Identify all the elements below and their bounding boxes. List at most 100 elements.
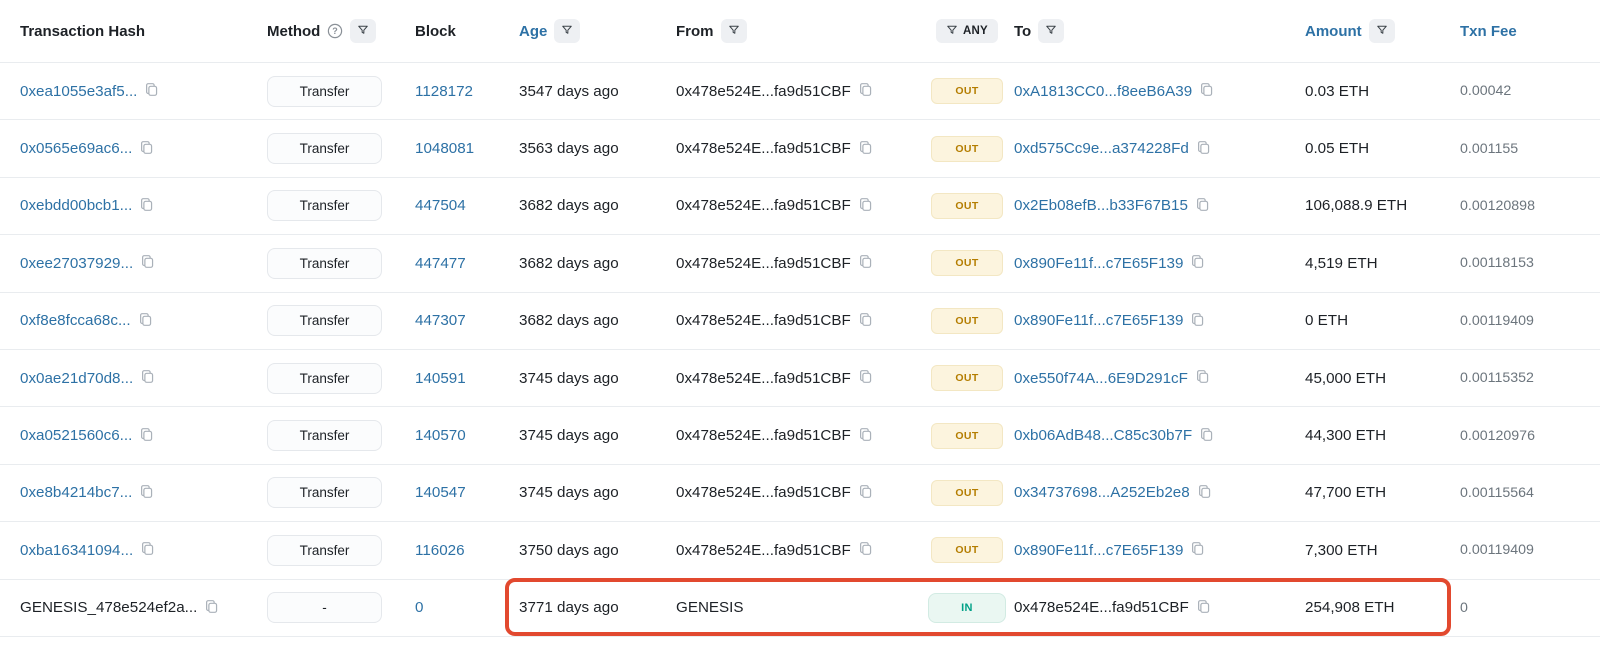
to-address[interactable]: 0x34737698...A252Eb2e8 [1014,484,1190,501]
tx-hash[interactable]: 0xe8b4214bc7... [20,484,132,501]
tx-hash[interactable]: 0x0565e69ac6... [20,140,132,157]
direction-badge: OUT [931,307,1003,334]
block-link[interactable]: 447504 [415,197,466,214]
block-link[interactable]: 140591 [415,370,466,387]
block-link[interactable]: 447477 [415,255,466,272]
copy-icon[interactable] [1195,197,1210,215]
direction-filter-any-button[interactable]: ANY [936,19,998,43]
table-row: 0xee27037929... Transfer 447477 3682 day… [0,235,1600,293]
copy-icon[interactable] [858,484,873,502]
direction-badge: OUT [931,192,1003,219]
age-text: 3745 days ago [519,427,619,445]
tx-hash[interactable]: 0xa0521560c6... [20,427,132,444]
to-address[interactable]: 0xA1813CC0...f8eeB6A39 [1014,83,1192,100]
age-text: 3682 days ago [519,312,619,330]
col-header-txn-fee[interactable]: Txn Fee [1460,23,1517,40]
direction-badge: OUT [931,250,1003,277]
amount-value: 0 ETH [1305,312,1349,330]
from-address: 0x478e524E...fa9d51CBF [676,197,851,215]
any-filter-label: ANY [963,25,988,37]
funnel-icon [357,24,369,39]
from-address: 0x478e524E...fa9d51CBF [676,484,851,502]
from-address: 0x478e524E...fa9d51CBF [676,82,851,100]
col-header-transaction-hash: Transaction Hash [20,22,146,40]
block-link[interactable]: 140570 [415,427,466,444]
copy-icon[interactable] [858,427,873,445]
copy-icon[interactable] [1190,254,1205,272]
to-filter-button[interactable] [1038,19,1065,43]
block-link[interactable]: 140547 [415,484,466,501]
copy-icon[interactable] [1195,369,1210,387]
copy-icon[interactable] [1190,541,1205,559]
method-chip: Transfer [267,247,382,279]
block-link[interactable]: 1128172 [415,83,473,100]
copy-icon[interactable] [1199,82,1214,100]
copy-icon[interactable] [858,197,873,215]
col-header-amount[interactable]: Amount [1305,23,1362,40]
block-link[interactable]: 0 [415,599,423,616]
copy-icon[interactable] [858,254,873,272]
direction-badge: OUT [931,479,1003,506]
to-address[interactable]: 0x890Fe11f...c7E65F139 [1014,255,1183,272]
amount-value: 47,700 ETH [1305,484,1387,502]
copy-icon[interactable] [139,484,154,502]
col-header-method: Method [267,22,321,40]
copy-icon[interactable] [1196,140,1211,158]
direction-badge: OUT [931,78,1003,105]
copy-icon[interactable] [139,197,154,215]
tx-hash[interactable]: 0xea1055e3af5... [20,83,137,100]
copy-icon[interactable] [140,254,155,272]
copy-icon[interactable] [138,312,153,330]
question-circle-icon[interactable]: ? [327,23,343,39]
copy-icon[interactable] [858,369,873,387]
copy-icon[interactable] [1190,312,1205,330]
copy-icon[interactable] [858,140,873,158]
to-address[interactable]: 0x2Eb08efB...b33F67B15 [1014,197,1188,214]
to-address: 0x478e524E...fa9d51CBF [1014,599,1189,617]
method-chip: Transfer [267,75,382,107]
age-text: 3682 days ago [519,197,619,215]
table-body: 0xea1055e3af5... Transfer 1128172 3547 d… [0,63,1600,637]
amount-filter-button[interactable] [1368,19,1395,43]
amount-value: 4,519 ETH [1305,254,1378,272]
copy-icon[interactable] [140,541,155,559]
block-link[interactable]: 1048081 [415,140,474,157]
table-row: 0xa0521560c6... Transfer 140570 3745 day… [0,407,1600,465]
age-text: 3750 days ago [519,541,619,559]
copy-icon[interactable] [1199,427,1214,445]
copy-icon[interactable] [858,541,873,559]
tx-hash[interactable]: 0xebdd00bcb1... [20,197,132,214]
txn-fee-value: 0 [1460,599,1468,616]
copy-icon[interactable] [140,369,155,387]
tx-hash[interactable]: 0xf8e8fcca68c... [20,312,131,329]
to-address[interactable]: 0x890Fe11f...c7E65F139 [1014,312,1183,329]
copy-icon[interactable] [139,427,154,445]
from-filter-button[interactable] [720,19,747,43]
table-header: Transaction Hash Method ? Block Age From… [0,0,1600,63]
tx-hash[interactable]: 0xba16341094... [20,542,133,559]
table-row: GENESIS_478e524ef2a... - 0 3771 days ago… [0,580,1600,637]
to-address[interactable]: 0xb06AdB48...C85c30b7F [1014,427,1192,444]
copy-icon[interactable] [139,140,154,158]
block-link[interactable]: 116026 [415,542,465,559]
copy-icon[interactable] [858,312,873,330]
to-address[interactable]: 0xe550f74A...6E9D291cF [1014,370,1188,387]
copy-icon[interactable] [858,82,873,100]
to-address[interactable]: 0xd575Cc9e...a374228Fd [1014,140,1189,157]
col-header-age[interactable]: Age [519,23,547,40]
copy-icon[interactable] [204,599,219,617]
table-row: 0xebdd00bcb1... Transfer 447504 3682 day… [0,178,1600,236]
block-link[interactable]: 447307 [415,312,466,329]
copy-icon[interactable] [1197,484,1212,502]
method-filter-button[interactable] [350,19,377,43]
amount-value: 45,000 ETH [1305,369,1387,387]
copy-icon[interactable] [1196,599,1211,617]
table-row: 0xea1055e3af5... Transfer 1128172 3547 d… [0,63,1600,121]
copy-icon[interactable] [144,82,159,100]
age-filter-button[interactable] [554,19,581,43]
tx-hash[interactable]: 0x0ae21d70d8... [20,370,133,387]
amount-value: 7,300 ETH [1305,541,1378,559]
to-address[interactable]: 0x890Fe11f...c7E65F139 [1014,542,1183,559]
direction-badge: OUT [931,365,1003,392]
tx-hash[interactable]: 0xee27037929... [20,255,133,272]
